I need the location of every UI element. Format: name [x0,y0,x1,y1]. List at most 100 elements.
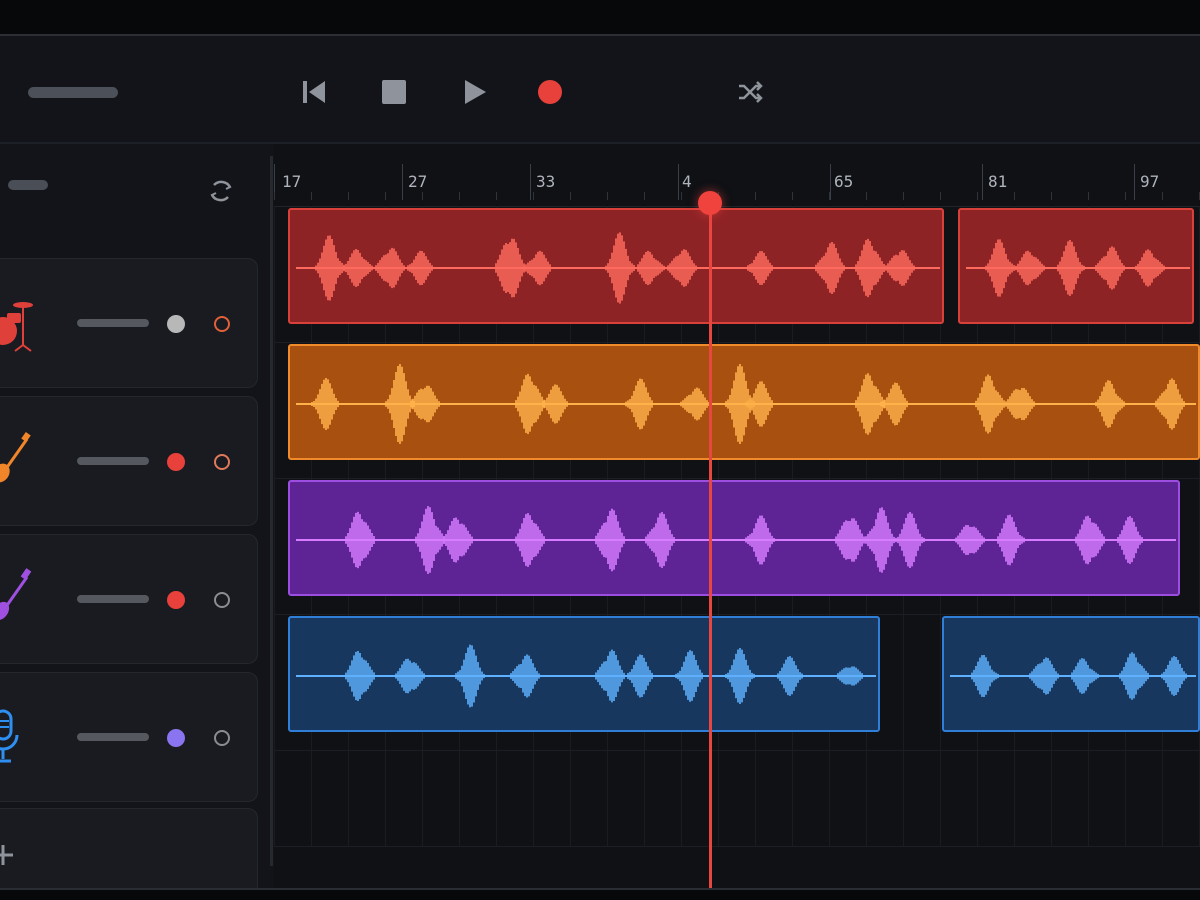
volume-slider[interactable] [77,733,149,741]
beat-gridline [866,750,867,846]
track-header-bass[interactable] [0,534,258,664]
ruler-minor-tick [311,192,312,200]
volume-slider[interactable] [77,319,149,327]
track-header-vocals[interactable] [0,672,258,802]
ruler-minor-tick [496,192,497,200]
beat-gridline [570,750,571,846]
project-title-placeholder [28,87,118,98]
beat-gridline [1014,750,1015,846]
shuffle-icon [739,81,763,103]
ruler-minor-tick [533,192,534,200]
beat-gridline [1051,750,1052,846]
beat-gridline [977,750,978,846]
ruler-minor-tick [459,192,460,200]
record-button[interactable] [530,72,570,112]
track-header-panel [0,144,270,888]
mute-button[interactable] [167,729,185,747]
track-header-drums[interactable] [0,258,258,388]
ruler-minor-tick [866,192,867,200]
plus-icon [0,845,13,865]
audio-clip-electric-guitar-1[interactable] [288,344,1200,460]
volume-slider[interactable] [77,595,149,603]
ruler-minor-tick [1088,192,1089,200]
ruler-minor-tick [1014,192,1015,200]
track-header-guitar[interactable] [0,396,258,526]
guitar-icon [0,432,31,483]
stop-button[interactable] [374,72,414,112]
mute-button[interactable] [167,453,185,471]
tracks-label-placeholder [8,180,48,190]
ruler-minor-tick [1162,192,1163,200]
record-arm-button[interactable] [213,591,231,609]
record-arm-icon [214,730,230,746]
audio-clip-bass-guitar-1[interactable] [288,480,1180,596]
audio-clip-vocals-1[interactable] [288,616,880,732]
lane-bass-guitar[interactable] [274,478,1200,615]
panel-divider[interactable] [270,156,273,866]
beat-gridline [385,750,386,846]
mute-button[interactable] [167,315,185,333]
beat-gridline [792,750,793,846]
lane-vocals[interactable] [274,614,1200,751]
track-header-toolbar [0,144,270,220]
transport-bar [0,36,1200,144]
ruler-minor-tick [940,192,941,200]
ruler-minor-tick [977,192,978,200]
ruler-minor-tick [348,192,349,200]
ruler-label: 33 [536,172,556,191]
beat-gridline [903,750,904,846]
playhead-handle[interactable] [698,191,722,215]
arrangement-timeline[interactable]: 17 27 33 4 65 81 97 [274,144,1200,888]
record-arm-button[interactable] [213,453,231,471]
beat-gridline [1125,750,1126,846]
ruler-minor-tick [385,192,386,200]
audio-clip-vocals-2[interactable] [942,616,1200,732]
record-arm-button[interactable] [213,315,231,333]
record-icon [538,80,562,104]
audio-clip-drums-2[interactable] [958,208,1194,324]
add-track-button[interactable] [0,808,258,888]
volume-slider[interactable] [77,457,149,465]
lane-electric-guitar[interactable] [274,342,1200,479]
record-arm-button[interactable] [213,729,231,747]
beat-gridline [940,750,941,846]
loop-icon [210,180,232,202]
ruler-minor-tick [681,192,682,200]
waveform [296,506,1176,574]
beat-gridline [274,342,275,478]
loop-button[interactable] [204,174,238,208]
play-icon [465,80,486,104]
waveform [296,644,876,708]
ruler-label: 27 [408,172,428,191]
ruler-minor-tick [792,192,793,200]
waveform [966,239,1190,297]
beat-gridline [718,750,719,846]
ruler-minor-tick [1125,192,1126,200]
timeline-ruler[interactable]: 17 27 33 4 65 81 97 [274,144,1200,207]
ruler-label: 81 [988,172,1008,191]
beat-gridline [681,750,682,846]
play-button[interactable] [454,72,494,112]
ruler-minor-tick [607,192,608,200]
daw-window: 17 27 33 4 65 81 97 [0,34,1200,890]
skip-to-start-button[interactable] [294,72,334,112]
lane-drums[interactable] [274,206,1200,343]
drum-kit-icon [0,302,33,352]
ruler-minor-tick [903,192,904,200]
microphone-icon [0,709,19,763]
beat-gridline [311,750,312,846]
ruler-minor-tick [570,192,571,200]
ruler-minor-tick [274,192,275,200]
playhead-line[interactable] [709,214,712,888]
waveform [296,364,1196,444]
beat-gridline [422,750,423,846]
beat-gridline [274,750,275,846]
mute-button[interactable] [167,591,185,609]
shuffle-button[interactable] [730,72,770,112]
empty-lane[interactable] [274,750,1200,847]
beat-gridline [940,614,941,750]
beat-gridline [496,750,497,846]
beat-gridline [829,750,830,846]
waveform [950,652,1196,700]
audio-clip-drums-1[interactable] [288,208,944,324]
